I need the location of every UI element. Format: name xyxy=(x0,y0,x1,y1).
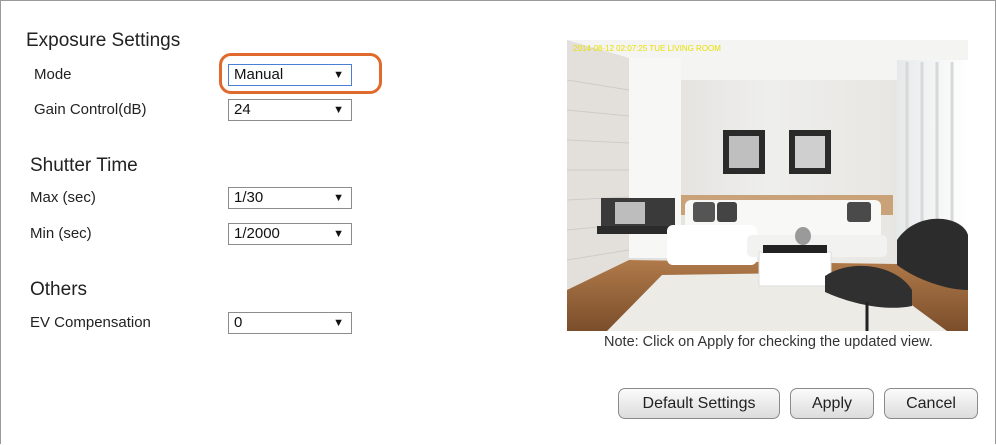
shutter-max-label: Max (sec) xyxy=(30,189,96,206)
dropdown-arrow-icon: ▼ xyxy=(333,317,344,329)
mode-label: Mode xyxy=(34,66,72,83)
ev-compensation-label: EV Compensation xyxy=(30,314,151,331)
shutter-max-select-value: 1/30 xyxy=(234,189,264,206)
camera-preview: 2014-08-12 02:07:25 TUE LIVING ROOM xyxy=(567,40,968,331)
default-settings-button[interactable]: Default Settings xyxy=(618,388,780,419)
preview-timestamp-overlay: 2014-08-12 02:07:25 TUE LIVING ROOM xyxy=(573,44,721,53)
dropdown-arrow-icon: ▼ xyxy=(333,228,344,240)
ev-compensation-select-value: 0 xyxy=(234,314,243,331)
shutter-min-select[interactable]: 1/2000 ▼ xyxy=(228,223,352,245)
others-heading: Others xyxy=(30,279,88,300)
exposure-settings-heading: Exposure Settings xyxy=(26,30,181,51)
shutter-max-select[interactable]: 1/30 ▼ xyxy=(228,187,352,209)
living-room-preview-image xyxy=(567,40,968,331)
preview-note: Note: Click on Apply for checking the up… xyxy=(604,334,933,350)
shutter-min-label: Min (sec) xyxy=(30,225,92,242)
dropdown-arrow-icon: ▼ xyxy=(333,104,344,116)
gain-control-select-value: 24 xyxy=(234,101,251,118)
shutter-min-select-value: 1/2000 xyxy=(234,225,280,242)
gain-control-label: Gain Control(dB) xyxy=(34,101,147,118)
cancel-button[interactable]: Cancel xyxy=(884,388,978,419)
apply-button[interactable]: Apply xyxy=(790,388,874,419)
dropdown-arrow-icon: ▼ xyxy=(333,192,344,204)
mode-highlight-annotation xyxy=(219,53,382,94)
shutter-time-heading: Shutter Time xyxy=(30,155,138,176)
ev-compensation-select[interactable]: 0 ▼ xyxy=(228,312,352,334)
gain-control-select[interactable]: 24 ▼ xyxy=(228,99,352,121)
